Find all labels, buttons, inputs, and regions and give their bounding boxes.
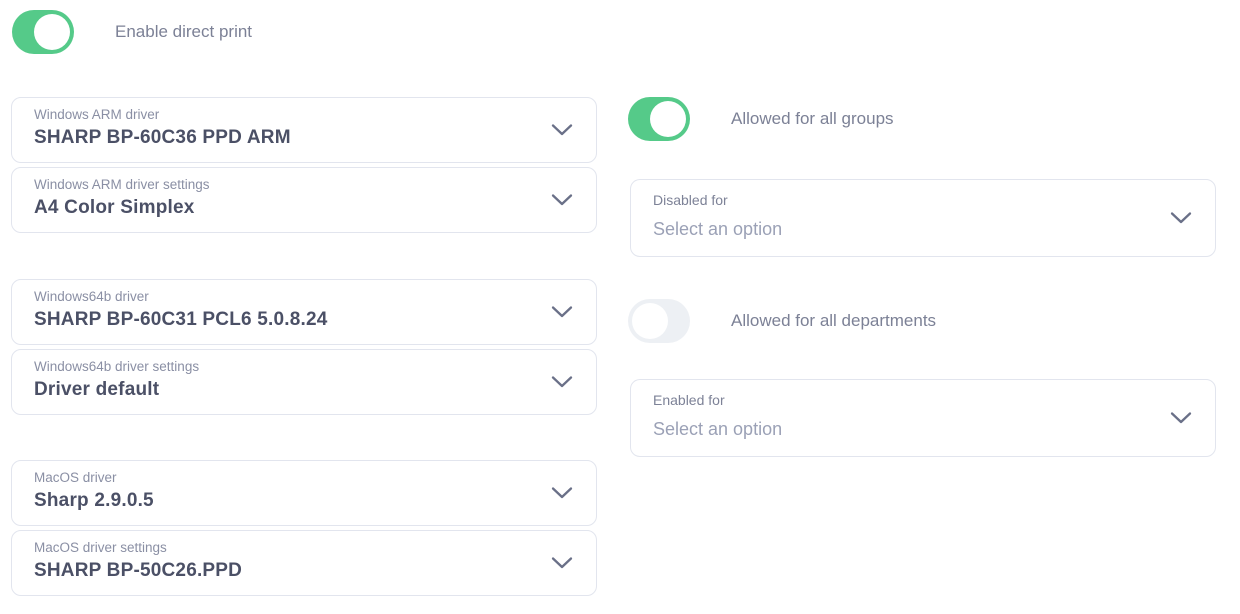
chevron-down-icon bbox=[1170, 412, 1192, 425]
allowed-for-all-departments-label: Allowed for all departments bbox=[731, 311, 936, 331]
direct-print-settings-panel: Enable direct print Windows ARM driver S… bbox=[0, 0, 1240, 614]
disabled-for-select[interactable]: Disabled for Select an option bbox=[630, 179, 1216, 257]
allowed-for-all-groups-row: Allowed for all groups bbox=[628, 97, 894, 141]
select-label: Enabled for bbox=[653, 392, 1163, 410]
field-value: SHARP BP-60C36 PPD ARM bbox=[34, 127, 544, 149]
field-label: MacOS driver settings bbox=[34, 540, 544, 557]
chevron-down-icon bbox=[551, 306, 573, 319]
select-placeholder: Select an option bbox=[653, 219, 1163, 240]
macos-driver-settings-select[interactable]: MacOS driver settings SHARP BP-50C26.PPD bbox=[11, 530, 597, 596]
allowed-for-all-groups-label: Allowed for all groups bbox=[731, 109, 894, 129]
chevron-down-icon bbox=[551, 487, 573, 500]
chevron-down-icon bbox=[551, 557, 573, 570]
enabled-for-select[interactable]: Enabled for Select an option bbox=[630, 379, 1216, 457]
windows-arm-driver-settings-select[interactable]: Windows ARM driver settings A4 Color Sim… bbox=[11, 167, 597, 233]
field-label: Windows ARM driver bbox=[34, 107, 544, 124]
field-value: A4 Color Simplex bbox=[34, 197, 544, 219]
field-value: Driver default bbox=[34, 379, 544, 401]
macos-driver-select[interactable]: MacOS driver Sharp 2.9.0.5 bbox=[11, 460, 597, 526]
allowed-for-all-departments-toggle[interactable] bbox=[628, 299, 690, 343]
windows-arm-driver-select[interactable]: Windows ARM driver SHARP BP-60C36 PPD AR… bbox=[11, 97, 597, 163]
field-value: Sharp 2.9.0.5 bbox=[34, 490, 544, 512]
chevron-down-icon bbox=[551, 194, 573, 207]
toggle-knob bbox=[650, 101, 686, 137]
enable-direct-print-toggle[interactable] bbox=[12, 10, 74, 54]
select-label: Disabled for bbox=[653, 192, 1163, 210]
field-label: Windows ARM driver settings bbox=[34, 177, 544, 194]
chevron-down-icon bbox=[1170, 212, 1192, 225]
chevron-down-icon bbox=[551, 376, 573, 389]
chevron-down-icon bbox=[551, 124, 573, 137]
toggle-knob bbox=[34, 14, 70, 50]
windows64b-driver-settings-select[interactable]: Windows64b driver settings Driver defaul… bbox=[11, 349, 597, 415]
field-value: SHARP BP-50C26.PPD bbox=[34, 560, 544, 582]
enable-direct-print-row: Enable direct print bbox=[12, 10, 252, 54]
toggle-knob bbox=[632, 303, 668, 339]
select-placeholder: Select an option bbox=[653, 419, 1163, 440]
field-value: SHARP BP-60C31 PCL6 5.0.8.24 bbox=[34, 309, 544, 331]
field-label: Windows64b driver bbox=[34, 289, 544, 306]
field-label: MacOS driver bbox=[34, 470, 544, 487]
allowed-for-all-groups-toggle[interactable] bbox=[628, 97, 690, 141]
allowed-for-all-departments-row: Allowed for all departments bbox=[628, 299, 936, 343]
enable-direct-print-label: Enable direct print bbox=[115, 22, 252, 42]
field-label: Windows64b driver settings bbox=[34, 359, 544, 376]
windows64b-driver-select[interactable]: Windows64b driver SHARP BP-60C31 PCL6 5.… bbox=[11, 279, 597, 345]
